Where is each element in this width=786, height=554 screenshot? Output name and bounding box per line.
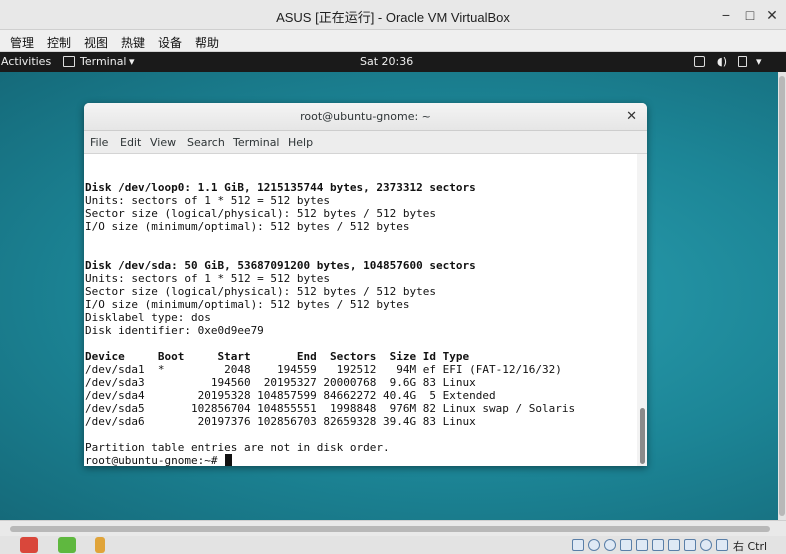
terminal-line: I/O size (minimum/optimal): 512 bytes / … — [85, 220, 410, 233]
host-horizontal-scrollbar-thumb[interactable] — [10, 526, 770, 532]
menu-hotkey[interactable]: 热键 — [121, 34, 145, 51]
menu-manage[interactable]: 管理 — [10, 34, 34, 51]
host-vertical-scrollbar-thumb[interactable] — [779, 76, 785, 516]
network-icon[interactable] — [620, 539, 632, 551]
clock[interactable]: Sat 20:36 — [360, 55, 413, 68]
menu-help[interactable]: 帮助 — [195, 34, 219, 51]
terminal-window: root@ubuntu-gnome: ~ ✕ File Edit View Se… — [84, 103, 647, 466]
terminal-title: root@ubuntu-gnome: ~ — [300, 110, 431, 123]
taskbar-app-icon[interactable] — [58, 537, 76, 553]
shared-folders-icon[interactable] — [652, 539, 664, 551]
host-horizontal-scrollbar[interactable] — [0, 520, 786, 536]
app-menu-terminal[interactable]: Terminal — [80, 55, 127, 68]
terminal-app-icon — [63, 56, 75, 67]
menu-control[interactable]: 控制 — [47, 34, 71, 51]
terminal-scrollbar[interactable] — [637, 154, 647, 466]
pencil-icon[interactable] — [95, 537, 105, 553]
partition-table-header: Device Boot Start End Sectors Size Id Ty… — [85, 350, 470, 363]
app-menu-arrow-icon: ▾ — [129, 55, 135, 68]
gnome-topbar: Activities Terminal ▾ Sat 20:36 ◖) ▾ — [0, 52, 786, 72]
minimize-button[interactable]: − — [716, 5, 736, 25]
partition-row: /dev/sda3 194560 20195327 20000768 9.6G … — [85, 376, 476, 389]
terminal-menu-search[interactable]: Search — [187, 136, 225, 149]
terminal-line: Units: sectors of 1 * 512 = 512 bytes — [85, 194, 331, 207]
video-capture-icon[interactable] — [684, 539, 696, 551]
terminal-line: Disklabel type: dos — [85, 311, 211, 324]
partition-row: /dev/sda1 * 2048 194559 192512 94M ef EF… — [85, 363, 562, 376]
terminal-menu-terminal[interactable]: Terminal — [233, 136, 280, 149]
partition-row: /dev/sda4 20195328 104857599 84662272 40… — [85, 389, 496, 402]
system-menu-arrow-icon[interactable]: ▾ — [756, 55, 762, 68]
terminal-titlebar[interactable]: root@ubuntu-gnome: ~ ✕ — [84, 103, 647, 131]
terminal-line: Disk /dev/loop0: 1.1 GiB, 1215135744 byt… — [85, 181, 476, 194]
terminal-line: Sector size (logical/physical): 512 byte… — [85, 285, 436, 298]
terminal-line: Units: sectors of 1 * 512 = 512 bytes — [85, 272, 331, 285]
menu-view[interactable]: 视图 — [84, 34, 108, 51]
host-vertical-scrollbar[interactable] — [778, 72, 786, 520]
partition-row: /dev/sda6 20197376 102856703 82659328 39… — [85, 415, 476, 428]
maximize-button[interactable]: □ — [740, 5, 760, 25]
activities-button[interactable]: Activities — [1, 55, 51, 68]
terminal-scrollbar-thumb[interactable] — [640, 408, 645, 464]
terminal-line: Disk /dev/sda: 50 GiB, 53687091200 bytes… — [85, 259, 476, 272]
text-cursor — [225, 454, 233, 466]
terminal-menu-view[interactable]: View — [150, 136, 176, 149]
prompt-text: root@ubuntu-gnome:~# — [85, 454, 225, 466]
menu-devices[interactable]: 设备 — [158, 34, 182, 51]
terminal-line: Disk identifier: 0xe0d9ee79 — [85, 324, 264, 337]
host-key-indicator[interactable]: 右 Ctrl — [733, 538, 767, 554]
host-statusbar: 右 Ctrl — [0, 536, 786, 554]
host-titlebar: ASUS [正在运行] - Oracle VM VirtualBox − □ ✕ — [0, 0, 786, 30]
terminal-line: Sector size (logical/physical): 512 byte… — [85, 207, 436, 220]
terminal-close-icon[interactable]: ✕ — [626, 108, 637, 124]
terminal-line: Partition table entries are not in disk … — [85, 441, 390, 454]
terminal-output[interactable]: Disk /dev/loop0: 1.1 GiB, 1215135744 byt… — [84, 154, 637, 466]
optical-drive-icon[interactable] — [588, 539, 600, 551]
display-icon[interactable] — [668, 539, 680, 551]
hard-disk-icon[interactable] — [572, 539, 584, 551]
taskbar-app-icon[interactable] — [20, 537, 38, 553]
mouse-integration-icon[interactable] — [716, 539, 728, 551]
battery-icon[interactable] — [738, 56, 747, 67]
terminal-menu-help[interactable]: Help — [288, 136, 313, 149]
terminal-menu-edit[interactable]: Edit — [120, 136, 141, 149]
cpu-icon[interactable] — [700, 539, 712, 551]
partition-row: /dev/sda5 102856704 104855551 1998848 97… — [85, 402, 576, 415]
audio-device-icon[interactable] — [604, 539, 616, 551]
audio-icon[interactable]: ◖) — [717, 55, 727, 68]
window-title: ASUS [正在运行] - Oracle VM VirtualBox — [276, 10, 510, 25]
terminal-menu-file[interactable]: File — [90, 136, 108, 149]
close-button[interactable]: ✕ — [762, 5, 782, 25]
usb-icon[interactable] — [636, 539, 648, 551]
screen-icon[interactable] — [694, 56, 705, 67]
terminal-line: I/O size (minimum/optimal): 512 bytes / … — [85, 298, 410, 311]
terminal-menubar: File Edit View Search Terminal Help — [84, 131, 647, 154]
shell-prompt[interactable]: root@ubuntu-gnome:~# — [85, 454, 233, 466]
host-menubar: 管理 控制 视图 热键 设备 帮助 — [0, 30, 786, 52]
